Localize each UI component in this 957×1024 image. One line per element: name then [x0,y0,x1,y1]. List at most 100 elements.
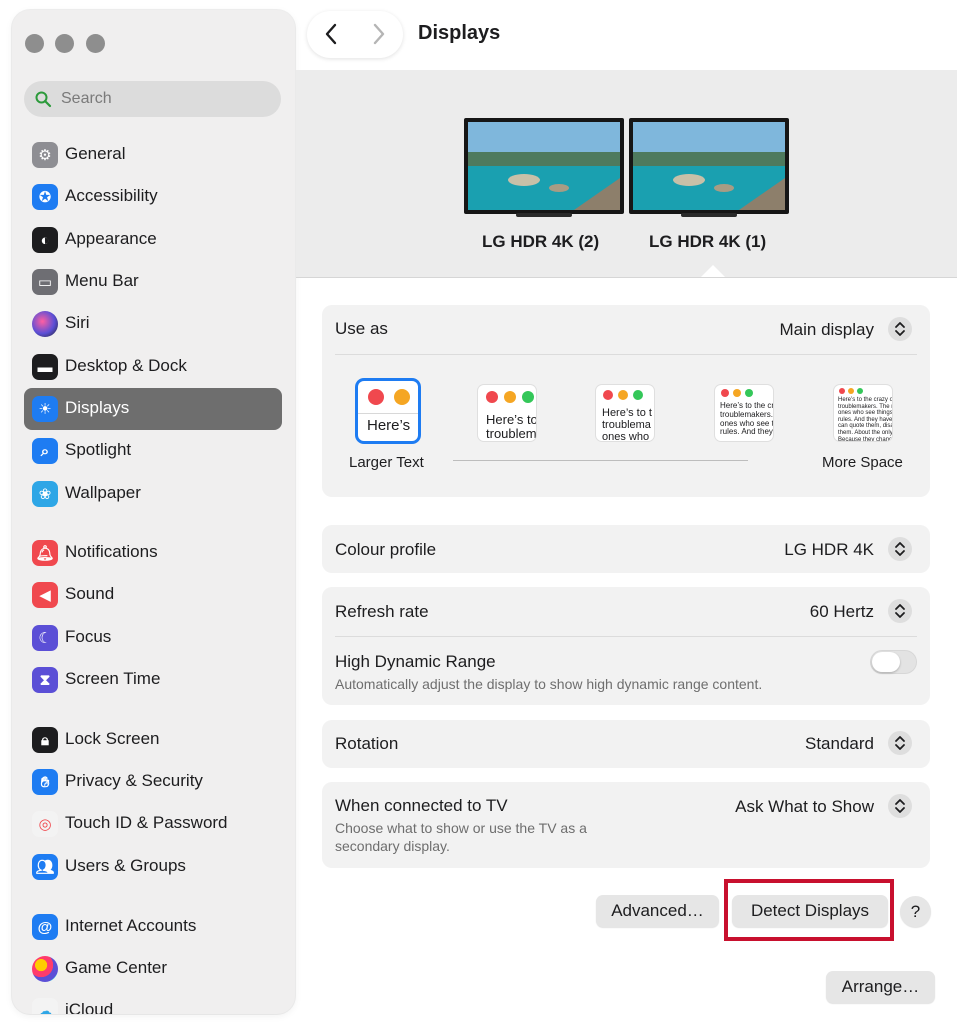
tv-card: When connected to TV Choose what to show… [322,782,930,868]
colour-profile-popup-button[interactable] [888,537,912,561]
sidebar-item-label: Users & Groups [65,856,186,875]
forward-button[interactable] [365,21,391,47]
cloud-icon: ☁ [32,998,58,1014]
back-button[interactable] [319,21,345,47]
refresh-rate-value[interactable]: 60 Hertz [810,602,874,622]
use-as-label: Use as [335,319,388,338]
resolution-option-1[interactable]: Here’s [358,381,418,441]
use-as-value[interactable]: Main display [780,320,875,340]
sidebar-item-touch-id[interactable]: ◎ Touch ID & Password [24,803,282,845]
magnifier-icon: ⌕ [32,438,58,464]
refresh-rate-popup-button[interactable] [888,599,912,623]
display-thumbnail-1[interactable] [629,118,789,220]
display-thumbnail-2[interactable] [464,118,624,220]
sidebar-item-label: Menu Bar [65,271,139,290]
colour-profile-value[interactable]: LG HDR 4K [784,540,874,560]
chevron-up-down-icon [895,736,905,750]
refresh-rate-label: Refresh rate [335,602,429,621]
window-controls-preview [486,391,536,403]
sidebar-item-menu-bar[interactable]: ▭ Menu Bar [24,261,282,303]
search-placeholder: Search [61,90,112,107]
sidebar-item-label: Desktop & Dock [65,356,187,375]
sidebar-item-label: Displays [65,398,130,417]
flower-icon: ❀ [32,481,58,507]
use-as-popup-button[interactable] [888,317,912,341]
zoom-window-button[interactable] [86,34,105,53]
sidebar-item-desktop-dock[interactable]: ▬ Desktop & Dock [24,346,282,388]
sidebar-item-users-groups[interactable]: 👥︎ Users & Groups [24,846,282,888]
toggle-knob [872,652,900,672]
window-controls-preview [839,388,867,394]
rotation-value[interactable]: Standard [805,734,874,754]
sidebar-item-displays[interactable]: ☀ Displays [24,388,282,430]
sidebar-item-privacy-security[interactable]: ✋︎ Privacy & Security [24,761,282,803]
resolution-preview-text: Here’s to the cr troublemakers. ones who… [720,401,773,437]
sidebar-item-appearance[interactable]: ◐ Appearance [24,219,282,261]
sidebar-item-label: iCloud [65,1000,114,1014]
sidebar-item-label: Siri [65,313,90,332]
tv-label: When connected to TV [335,796,508,815]
refresh-hdr-card: Refresh rate 60 Hertz High Dynamic Range… [322,587,930,705]
speaker-icon: ◀︎ [32,582,58,608]
sidebar-item-general[interactable]: ⚙ General [24,134,282,176]
tv-value[interactable]: Ask What to Show [735,797,874,817]
resolution-option-2[interactable]: Here’s to t troublem [478,385,536,441]
chevron-up-down-icon [895,799,905,813]
display-label-1[interactable]: LG HDR 4K (1) [649,232,766,252]
resolution-option-4[interactable]: Here’s to the cr troublemakers. ones who… [715,385,773,441]
resolution-option-3[interactable]: Here’s to t troublema ones who [596,385,654,441]
sidebar: Search ⚙ General ✪ Accessibility ◐ Appea… [12,10,295,1014]
sidebar-item-sound[interactable]: ◀︎ Sound [24,574,282,616]
accessibility-icon: ✪ [32,184,58,210]
sidebar-item-internet-accounts[interactable]: @ Internet Accounts [24,906,282,948]
use-as-card: Use as Main display Here’s Here’s to t t… [322,305,930,497]
display-label-2[interactable]: LG HDR 4K (2) [482,232,599,252]
search-input[interactable]: Search [24,81,281,117]
resolution-preview-text: Here’s [367,417,411,434]
chevron-up-down-icon [895,322,905,336]
sidebar-item-focus[interactable]: ☾ Focus [24,617,282,659]
highlight-annotation [724,879,894,941]
sidebar-item-siri[interactable]: Siri [24,303,282,345]
close-window-button[interactable] [25,34,44,53]
resolution-preview-text: Here’s to the crazy one troublemakers. T… [838,397,892,441]
sidebar-item-label: Accessibility [65,186,158,205]
sidebar-item-label: Focus [65,627,112,646]
rotation-popup-button[interactable] [888,731,912,755]
sidebar-item-screen-time[interactable]: ⧗ Screen Time [24,659,282,701]
users-icon: 👥︎ [32,854,58,880]
tv-popup-button[interactable] [888,794,912,818]
sidebar-item-label: Notifications [65,542,158,561]
arrange-button[interactable]: Arrange… [826,971,935,1003]
settings-window: Search ⚙ General ✪ Accessibility ◐ Appea… [0,0,957,1024]
window-controls-preview [721,389,757,397]
selected-display-pointer [701,265,725,277]
sidebar-item-game-center[interactable]: Game Center [24,948,282,990]
hdr-description: Automatically adjust the display to show… [335,676,763,692]
sidebar-item-notifications[interactable]: 🔔︎ Notifications [24,532,282,574]
colour-profile-label: Colour profile [335,540,437,559]
gear-icon: ⚙ [32,142,58,168]
sidebar-item-icloud[interactable]: ☁ iCloud [24,990,282,1014]
display-arrangement-area: LG HDR 4K (2) LG HDR 4K (1) [296,70,957,278]
sidebar-item-lock-screen[interactable]: 🔒︎ Lock Screen [24,719,282,761]
help-button[interactable]: ? [900,896,931,927]
minimize-window-button[interactable] [55,34,74,53]
game-center-icon [32,956,58,982]
colour-profile-card: Colour profile LG HDR 4K [322,525,930,573]
resolution-option-5[interactable]: Here’s to the crazy one troublemakers. T… [834,385,892,441]
sidebar-item-spotlight[interactable]: ⌕ Spotlight [24,430,282,472]
chevron-up-down-icon [895,604,905,618]
sidebar-item-accessibility[interactable]: ✪ Accessibility [24,176,282,218]
search-icon [35,91,52,108]
menu-bar-icon: ▭ [32,269,58,295]
tv-description-line2: secondary display. [335,838,450,854]
hdr-toggle[interactable] [870,650,917,674]
sidebar-item-wallpaper[interactable]: ❀ Wallpaper [24,473,282,515]
advanced-button[interactable]: Advanced… [596,895,719,927]
sidebar-item-label: Game Center [65,958,168,977]
dock-icon: ▬ [32,354,58,380]
sidebar-item-label: Spotlight [65,440,132,459]
resolution-preview-text: Here’s to t troublem [486,412,536,441]
window-controls-preview [368,389,414,405]
